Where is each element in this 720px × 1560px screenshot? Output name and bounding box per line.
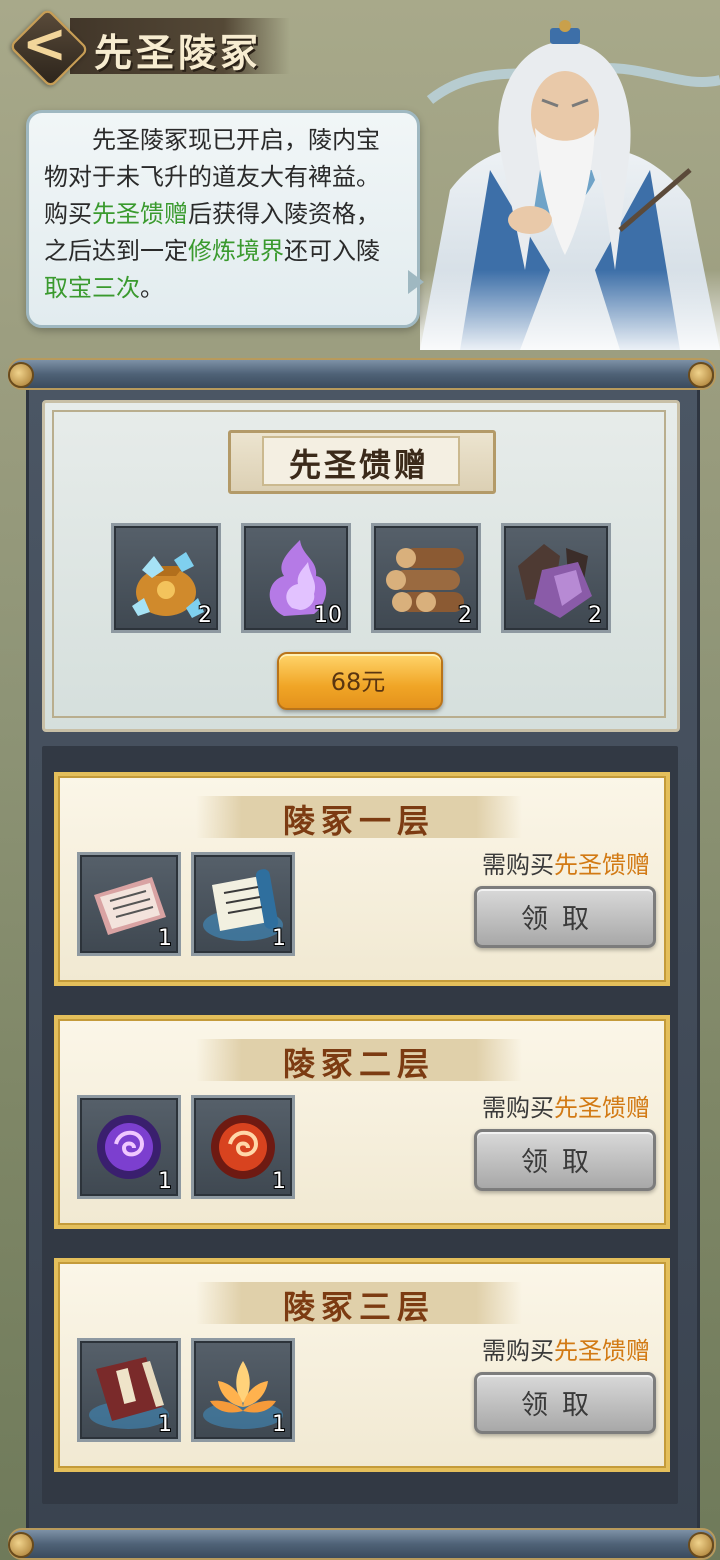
item-count: 1 [272, 1169, 286, 1194]
requirement-item: 先圣馈赠 [554, 851, 650, 879]
floor-title: 陵冢一层 [282, 802, 435, 840]
rod-cap-right [688, 362, 714, 388]
floor-item-slot[interactable]: 1 [191, 1095, 295, 1199]
price-label[interactable]: 68元 [277, 662, 439, 697]
item-count: 1 [272, 926, 286, 951]
gift-item-slot[interactable]: 10 [241, 523, 351, 633]
intro-highlight: 取宝三次 [44, 274, 140, 302]
requirement-prefix: 需购买 [482, 1337, 554, 1365]
scroll-rod-bottom [8, 1528, 716, 1560]
requirement-text: 需购买先圣馈赠 [430, 845, 650, 880]
item-count: 1 [158, 1169, 172, 1194]
floor-item-slot[interactable]: 1 [191, 852, 295, 956]
elder-npc-portrait [420, 20, 720, 350]
bubble-tail [408, 270, 424, 294]
requirement-item: 先圣馈赠 [554, 1337, 650, 1365]
gift-item-slot[interactable]: 2 [501, 523, 611, 633]
gift-item-slot[interactable]: 2 [111, 523, 221, 633]
item-count: 1 [158, 1412, 172, 1437]
item-count: 10 [314, 603, 342, 628]
floor-item-slot[interactable]: 1 [191, 1338, 295, 1442]
rod-cap-left [8, 1532, 34, 1558]
rod-cap-right [688, 1532, 714, 1558]
back-arrow-icon[interactable]: < [22, 16, 67, 72]
item-count: 1 [158, 926, 172, 951]
requirement-text: 需购买先圣馈赠 [430, 1088, 650, 1123]
floor-item-slot[interactable]: 1 [77, 1338, 181, 1442]
claim-label[interactable]: 领取 [474, 1140, 650, 1179]
requirement-prefix: 需购买 [482, 851, 554, 879]
item-count: 2 [198, 603, 212, 628]
floor-title: 陵冢二层 [282, 1045, 435, 1083]
requirement-prefix: 需购买 [482, 1094, 554, 1122]
floor-item-slot[interactable]: 1 [77, 1095, 181, 1199]
intro-highlight: 修炼境界 [188, 237, 284, 265]
gift-item-slot[interactable]: 2 [371, 523, 481, 633]
item-count: 2 [458, 603, 472, 628]
claim-label[interactable]: 领取 [474, 897, 650, 936]
item-count: 2 [588, 603, 602, 628]
intro-text: 先圣陵冢现已开启，陵内宝物对于未飞升的道友大有裨益。购买先圣馈赠后获得入陵资格，… [44, 122, 396, 307]
intro-segment: 还可入陵 [284, 237, 380, 265]
requirement-text: 需购买先圣馈赠 [430, 1331, 650, 1366]
floor-title: 陵冢三层 [282, 1288, 435, 1326]
rod-cap-left [8, 362, 34, 388]
intro-highlight: 先圣馈赠 [92, 200, 188, 228]
scroll-rod-top [8, 358, 716, 390]
gift-title: 先圣馈赠 [288, 446, 429, 484]
page-title: 先圣陵冢 [94, 30, 263, 75]
requirement-item: 先圣馈赠 [554, 1094, 650, 1122]
floor-item-slot[interactable]: 1 [77, 852, 181, 956]
item-count: 1 [272, 1412, 286, 1437]
claim-label[interactable]: 领取 [474, 1383, 650, 1422]
intro-segment: 。 [140, 274, 164, 302]
